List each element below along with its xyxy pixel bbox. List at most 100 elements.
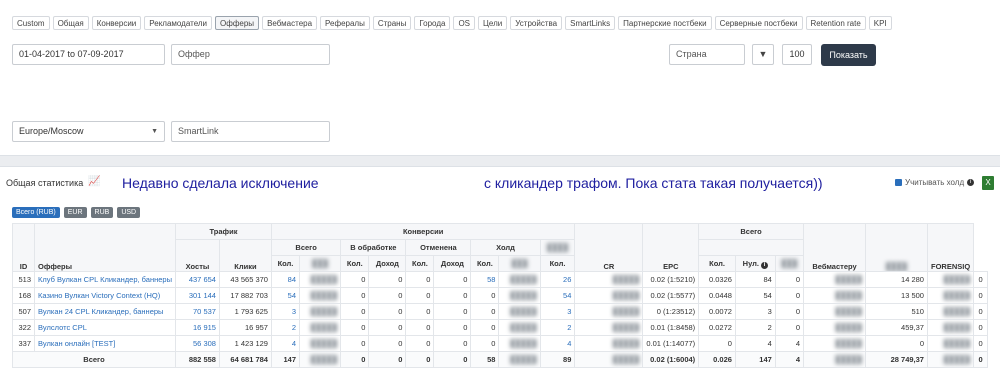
table-cell: █████ (926, 303, 975, 320)
table-cell: █████ (498, 271, 541, 288)
cell-total-qty[interactable]: 84 (270, 271, 301, 288)
currency-button[interactable]: EUR (63, 207, 87, 218)
cell-webmaster: 13 500 (864, 287, 928, 304)
cell-total-qty[interactable]: 4 (270, 335, 301, 352)
tab-item[interactable]: SmartLinks (565, 16, 616, 30)
col-cr[interactable]: CR (574, 223, 644, 272)
cell-canc-inc: 0 (433, 271, 472, 288)
cell-hosts[interactable]: 70 537 (174, 303, 220, 320)
tab-item[interactable]: Общая (52, 16, 89, 30)
currency-button[interactable]: RUB (90, 207, 114, 218)
tab-item[interactable]: Рефералы (320, 16, 370, 30)
tab-item[interactable]: Retention rate (805, 16, 866, 30)
cell-hold-qty[interactable]: 58 (470, 271, 500, 288)
cell-forensiq: 0 (973, 303, 988, 320)
table-cell: █████ (802, 287, 866, 304)
chevron-down-icon: ▼ (151, 128, 158, 135)
tab-item[interactable]: Конверсии (91, 16, 142, 30)
group-hold: Холд (470, 239, 541, 256)
chart-icon[interactable]: 📈 (88, 176, 100, 187)
cell-hold-qty: 0 (470, 287, 500, 304)
excel-export-icon[interactable]: X (982, 176, 994, 190)
tab-item[interactable]: OS (453, 16, 475, 30)
offer-input[interactable]: Оффер (171, 44, 330, 65)
cell-app-qty[interactable]: 3 (539, 303, 576, 320)
cell-hosts[interactable]: 301 144 (174, 287, 220, 304)
cell-app-qty[interactable]: 4 (539, 335, 576, 352)
cell-forensiq: 0 (973, 271, 988, 288)
info-icon: i (761, 261, 769, 269)
cell-all-qty: 84 (734, 271, 776, 288)
cell-webmaster: 28 749,37 (864, 351, 928, 368)
col-forensiq[interactable]: FORENSIQ (926, 223, 975, 272)
cell-hosts[interactable]: 56 308 (174, 335, 220, 352)
cell-cr: 0.01 (1:14077) (642, 335, 700, 352)
tab-item[interactable]: Серверные постбеки (714, 16, 803, 30)
table-cell: █████ (802, 335, 866, 352)
table-cell: █████ (926, 351, 975, 368)
col-offers[interactable]: Офферы (34, 223, 176, 272)
cell-hosts[interactable]: 16 915 (174, 319, 220, 336)
table-cell: █████ (802, 319, 866, 336)
tab-item[interactable]: Страны (372, 16, 412, 30)
cell-all-qty: 3 (734, 303, 776, 320)
table-cell: █████ (574, 287, 644, 304)
cell-canc-qty: 0 (405, 351, 435, 368)
col-blur: ███ (774, 255, 804, 272)
cell-id: 322 (12, 319, 35, 336)
tab-item[interactable]: KPI (868, 16, 892, 30)
tab-item[interactable]: Рекламодатели (144, 16, 213, 30)
cell-app-qty[interactable]: 26 (539, 271, 576, 288)
hold-label: Учитывать холд (905, 178, 965, 187)
cell-offer[interactable]: Вулслотс CPL (34, 319, 176, 336)
smartlink-input[interactable]: SmartLink (171, 121, 330, 142)
info-icon: i (967, 179, 975, 186)
tab-item[interactable]: Партнерские постбеки (618, 16, 712, 30)
cell-app-qty[interactable]: 2 (539, 319, 576, 336)
currency-button[interactable]: Всего (RUB) (12, 207, 60, 218)
col-epc[interactable]: EPC (642, 223, 700, 272)
col-qty: Кол. (405, 255, 435, 272)
tab-item[interactable]: Цели (478, 16, 508, 30)
cell-webmaster: 510 (864, 303, 928, 320)
cell-offer[interactable]: Клуб Вулкан CPL Кликандер, баннеры (34, 271, 176, 288)
cell-total-qty[interactable]: 54 (270, 287, 301, 304)
col-hosts[interactable]: Хосты (174, 239, 220, 272)
tab-item[interactable]: Custom (12, 16, 50, 30)
cell-offer[interactable]: Вулкан 24 CPL Кликандер, баннеры (34, 303, 176, 320)
col-qty: Кол. (470, 255, 500, 272)
currency-button[interactable]: USD (117, 207, 141, 218)
table-cell: █████ (298, 271, 342, 288)
table-cell: █████ (298, 335, 342, 352)
cell-total-qty[interactable]: 3 (270, 303, 301, 320)
cell-app-qty[interactable]: 54 (539, 287, 576, 304)
table-cell: █████ (498, 287, 541, 304)
filter-button[interactable]: ▼ (752, 44, 774, 65)
tab-item[interactable]: Вебмастера (262, 16, 318, 30)
cell-clicks: 43 565 370 (218, 271, 272, 288)
cell-epc: 0.0272 (698, 319, 736, 336)
timezone-select[interactable]: Europe/Moscow ▼ (12, 121, 165, 142)
cell-canc-inc: 0 (433, 335, 472, 352)
cell-offer[interactable]: Вулкан онлайн [TEST] (34, 335, 176, 352)
limit-input[interactable]: 100 (782, 44, 812, 65)
cell-hosts[interactable]: 437 654 (174, 271, 220, 288)
cell-offer[interactable]: Казино Вулкан Victory Context (HQ) (34, 287, 176, 304)
cell-cr: 0.02 (1:6004) (642, 351, 700, 368)
date-range-input[interactable]: 01-04-2017 to 07-09-2017 (12, 44, 165, 65)
cell-webmaster: 0 (864, 335, 928, 352)
col-webmaster[interactable]: Вебмастеру (802, 223, 866, 272)
cell-total-qty[interactable]: 2 (270, 319, 301, 336)
cell-webmaster: 459,37 (864, 319, 928, 336)
col-clicks[interactable]: Клики (218, 239, 272, 272)
country-input[interactable]: Страна (669, 44, 745, 65)
tab-item[interactable]: Устройства (510, 16, 563, 30)
cell-clicks: 17 882 703 (218, 287, 272, 304)
cell-proc-inc: 0 (368, 351, 407, 368)
tab-item[interactable]: Офферы (215, 16, 260, 30)
show-button[interactable]: Показать (821, 44, 876, 66)
col-qty: Кол. (340, 255, 370, 272)
table-row: 322 Вулслотс CPL 16 915 16 957 2 █████ 0 0 0 0 0 ██… (12, 319, 988, 336)
tab-item[interactable]: Города (414, 16, 451, 30)
hold-checkbox[interactable]: Учитывать холд i (895, 178, 975, 187)
